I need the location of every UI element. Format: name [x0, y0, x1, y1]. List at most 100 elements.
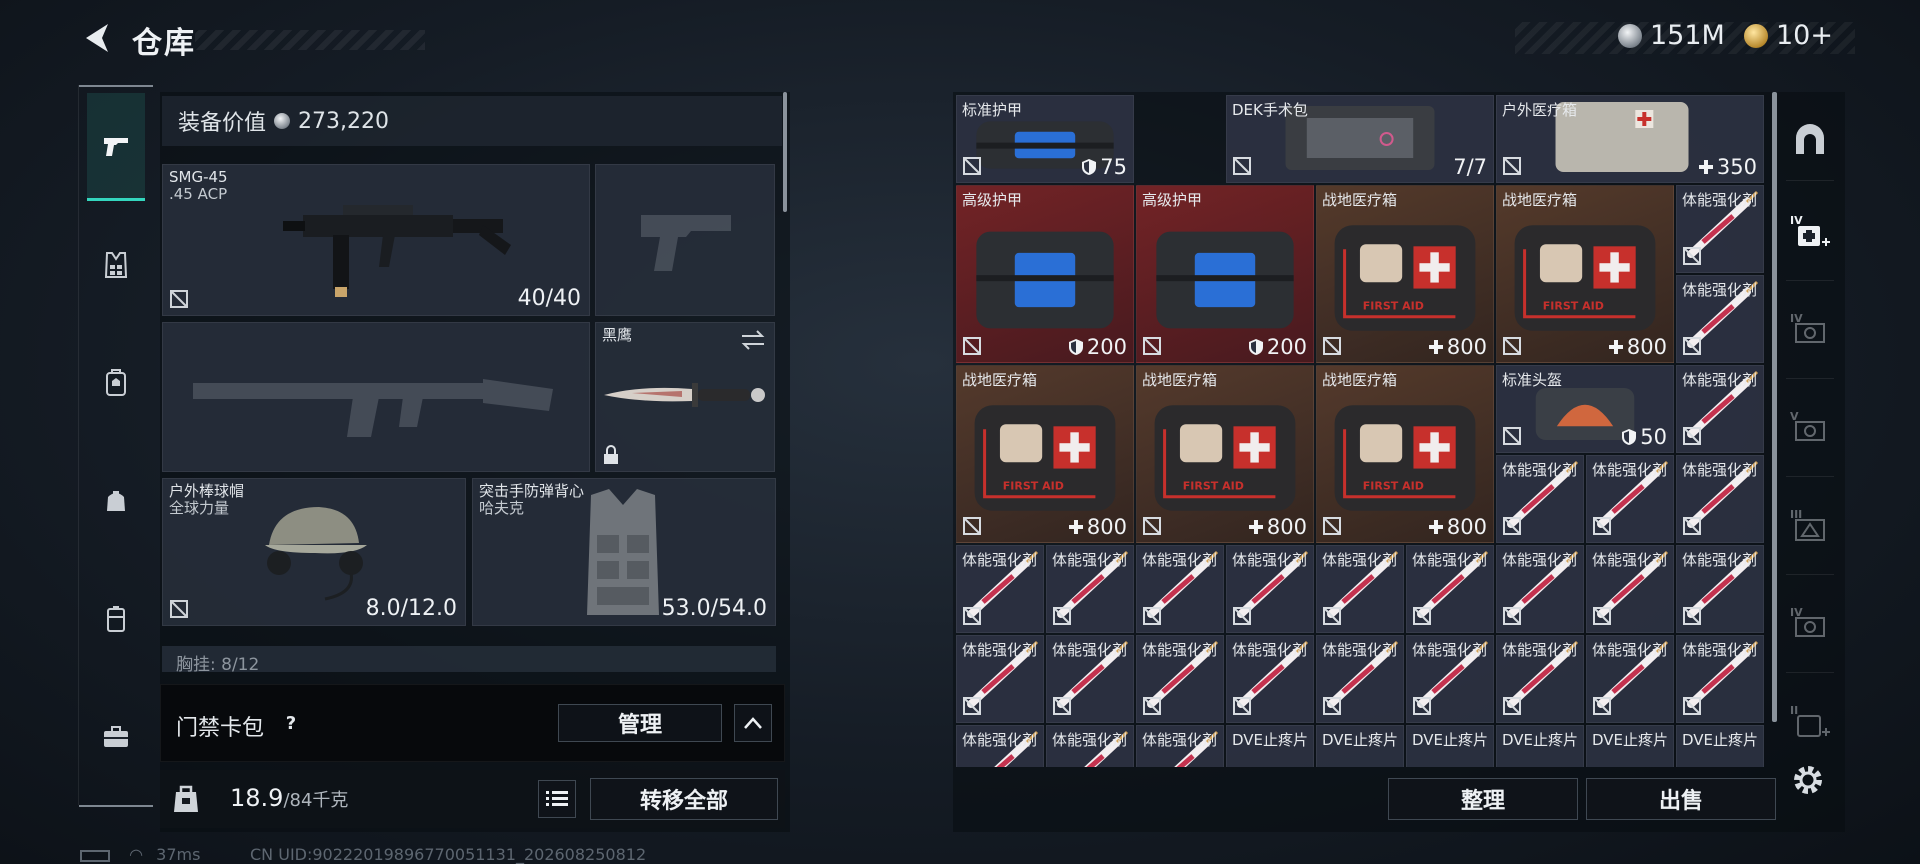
no-insurance-icon: [1053, 697, 1071, 715]
rail-item-toolbox[interactable]: [87, 683, 145, 791]
item-name: DVE止疼片: [1682, 731, 1759, 749]
stash-tab-iv-gear-2[interactable]: IV: [1788, 602, 1832, 646]
body-armor-slot[interactable]: 突击手防弹背心 哈夫克 53.0/54.0: [472, 478, 776, 626]
rail-item-backpack[interactable]: [87, 329, 145, 437]
rail-item-pouch[interactable]: [87, 447, 145, 555]
silver-coin-icon: [274, 113, 291, 129]
stash-item[interactable]: 体能强化剂: [956, 725, 1044, 767]
stash-item[interactable]: 体能强化剂: [1316, 545, 1404, 633]
rifle-silhouette-icon: [193, 379, 553, 437]
stash-item[interactable]: 标准护甲 75: [956, 95, 1134, 183]
manage-button[interactable]: 管理: [558, 704, 722, 742]
stash-item[interactable]: DEK手术包 7/7: [1226, 95, 1494, 183]
help-icon[interactable]: ?: [280, 713, 302, 735]
stash-grid: 标准护甲 75 DEK手术包 7/7 户外医疗箱 350 高级护甲 200 高级护甲 20…: [956, 95, 1766, 767]
stash-item[interactable]: 体能强化剂: [1586, 545, 1674, 633]
stash-item[interactable]: 体能强化剂: [1406, 635, 1494, 723]
stash-item[interactable]: 体能强化剂: [1136, 635, 1224, 723]
helmet-label: 户外棒球帽 全球力量: [169, 483, 244, 517]
stash-item[interactable]: 体能强化剂: [1136, 725, 1224, 767]
stash-item[interactable]: 标准头盔 50: [1496, 365, 1674, 453]
transfer-all-button[interactable]: 转移全部: [590, 778, 778, 820]
item-value-text: 200: [1266, 335, 1307, 359]
item-name: 高级护甲: [1142, 191, 1203, 209]
no-insurance-icon: [1233, 157, 1251, 175]
heal-plus-icon: [1428, 340, 1443, 354]
stash-item[interactable]: 体能强化剂: [1586, 635, 1674, 723]
stash-tab-v-gear[interactable]: V: [1788, 406, 1832, 450]
stash-item[interactable]: FIRST AID 战地医疗箱 800: [1316, 185, 1494, 363]
armor-brand: 哈夫克: [479, 499, 525, 517]
stash-tab-medical-iv[interactable]: IV: [1788, 210, 1832, 254]
stash-item[interactable]: 体能强化剂: [1406, 545, 1494, 633]
stash-item[interactable]: 体能强化剂: [1496, 635, 1584, 723]
armor-label: 突击手防弹背心 哈夫克: [479, 483, 584, 517]
stash-item[interactable]: FIRST AID 战地医疗箱 800: [1496, 185, 1674, 363]
stash-item[interactable]: 户外医疗箱 350: [1496, 95, 1764, 183]
stash-item[interactable]: DVE止疼片: [1496, 725, 1584, 767]
currency-silver[interactable]: 151M: [1618, 20, 1725, 51]
stash-item[interactable]: DVE止疼片: [1676, 725, 1764, 767]
stash-item[interactable]: 体能强化剂: [1496, 545, 1584, 633]
stash-item[interactable]: 体能强化剂: [1136, 545, 1224, 633]
rail-item-case[interactable]: [87, 565, 145, 673]
equipment-value-label: 装备价值: [178, 111, 267, 136]
stash-item[interactable]: FIRST AID 战地医疗箱 800: [1316, 365, 1494, 543]
stash-scrollbar[interactable]: [1772, 92, 1777, 722]
stash-item[interactable]: 体能强化剂: [1496, 455, 1584, 543]
vest-item-icon: [587, 489, 659, 615]
stash-item[interactable]: 体能强化剂: [1046, 635, 1134, 723]
stash-item[interactable]: 高级护甲 200: [956, 185, 1134, 363]
collapse-button[interactable]: [734, 704, 772, 742]
stash-item[interactable]: 体能强化剂: [1676, 185, 1764, 273]
sidearm-slot[interactable]: [595, 164, 775, 316]
stash-item[interactable]: 体能强化剂: [1226, 635, 1314, 723]
helmet-slot[interactable]: 户外棒球帽 全球力量 8.0/12.0: [162, 478, 466, 626]
stash-item[interactable]: DVE止疼片: [1586, 725, 1674, 767]
sell-button[interactable]: 出售: [1586, 778, 1776, 820]
stash-item[interactable]: 体能强化剂: [1676, 275, 1764, 363]
stash-item[interactable]: 体能强化剂: [1676, 455, 1764, 543]
swap-icon[interactable]: [740, 329, 766, 351]
secondary-weapon-slot[interactable]: [162, 322, 590, 472]
list-view-button[interactable]: [538, 780, 576, 818]
stash-item[interactable]: 体能强化剂: [1316, 635, 1404, 723]
stash-item[interactable]: FIRST AID 战地医疗箱 800: [956, 365, 1134, 543]
stash-item[interactable]: 体能强化剂: [956, 635, 1044, 723]
stash-tab-all[interactable]: [1788, 118, 1832, 162]
stash-item[interactable]: 体能强化剂: [1676, 545, 1764, 633]
item-value-text: 50: [1640, 425, 1667, 449]
rail-divider: [1786, 476, 1834, 477]
stash-item[interactable]: 高级护甲 200: [1136, 185, 1314, 363]
ping-value: 37ms: [156, 845, 201, 864]
melee-slot[interactable]: 黑鹰: [595, 322, 775, 472]
stash-tab-ii-medical[interactable]: II: [1788, 700, 1832, 744]
sort-button[interactable]: 整理: [1388, 778, 1578, 820]
stash-item[interactable]: FIRST AID 战地医疗箱 800: [1136, 365, 1314, 543]
back-arrow-icon[interactable]: [78, 18, 114, 58]
item-value-text: 800: [1446, 335, 1487, 359]
stash-item[interactable]: DVE止疼片: [1406, 725, 1494, 767]
chest-rig-row[interactable]: 胸挂: 8/12: [162, 646, 776, 672]
stash-item[interactable]: 体能强化剂: [1226, 545, 1314, 633]
helmet-brand: 全球力量: [169, 499, 230, 517]
stash-item[interactable]: 体能强化剂: [1676, 635, 1764, 723]
settings-gear-icon[interactable]: [1788, 760, 1828, 800]
rail-item-vest[interactable]: [87, 211, 145, 319]
stash-item[interactable]: DVE止疼片: [1226, 725, 1314, 767]
stash-tab-iv-gear[interactable]: IV: [1788, 308, 1832, 352]
stash-item[interactable]: 体能强化剂: [1046, 545, 1134, 633]
equipment-scrollbar[interactable]: [783, 92, 787, 212]
stash-item[interactable]: 体能强化剂: [1676, 365, 1764, 453]
stash-item[interactable]: DVE止疼片: [1316, 725, 1404, 767]
item-name: 体能强化剂: [1502, 461, 1578, 479]
rail-item-weapons[interactable]: [87, 93, 145, 201]
svg-text:FIRST AID: FIRST AID: [1543, 300, 1604, 313]
stash-item[interactable]: 体能强化剂: [1586, 455, 1674, 543]
currency-gold[interactable]: 10+: [1744, 20, 1833, 51]
primary-weapon-slot[interactable]: SMG-45 .45 ACP 40/40: [162, 164, 590, 316]
stash-item[interactable]: 体能强化剂: [956, 545, 1044, 633]
stash-item[interactable]: 体能强化剂: [1046, 725, 1134, 767]
item-value-text: 7/7: [1453, 155, 1487, 179]
stash-tab-iii-gear[interactable]: III: [1788, 504, 1832, 548]
